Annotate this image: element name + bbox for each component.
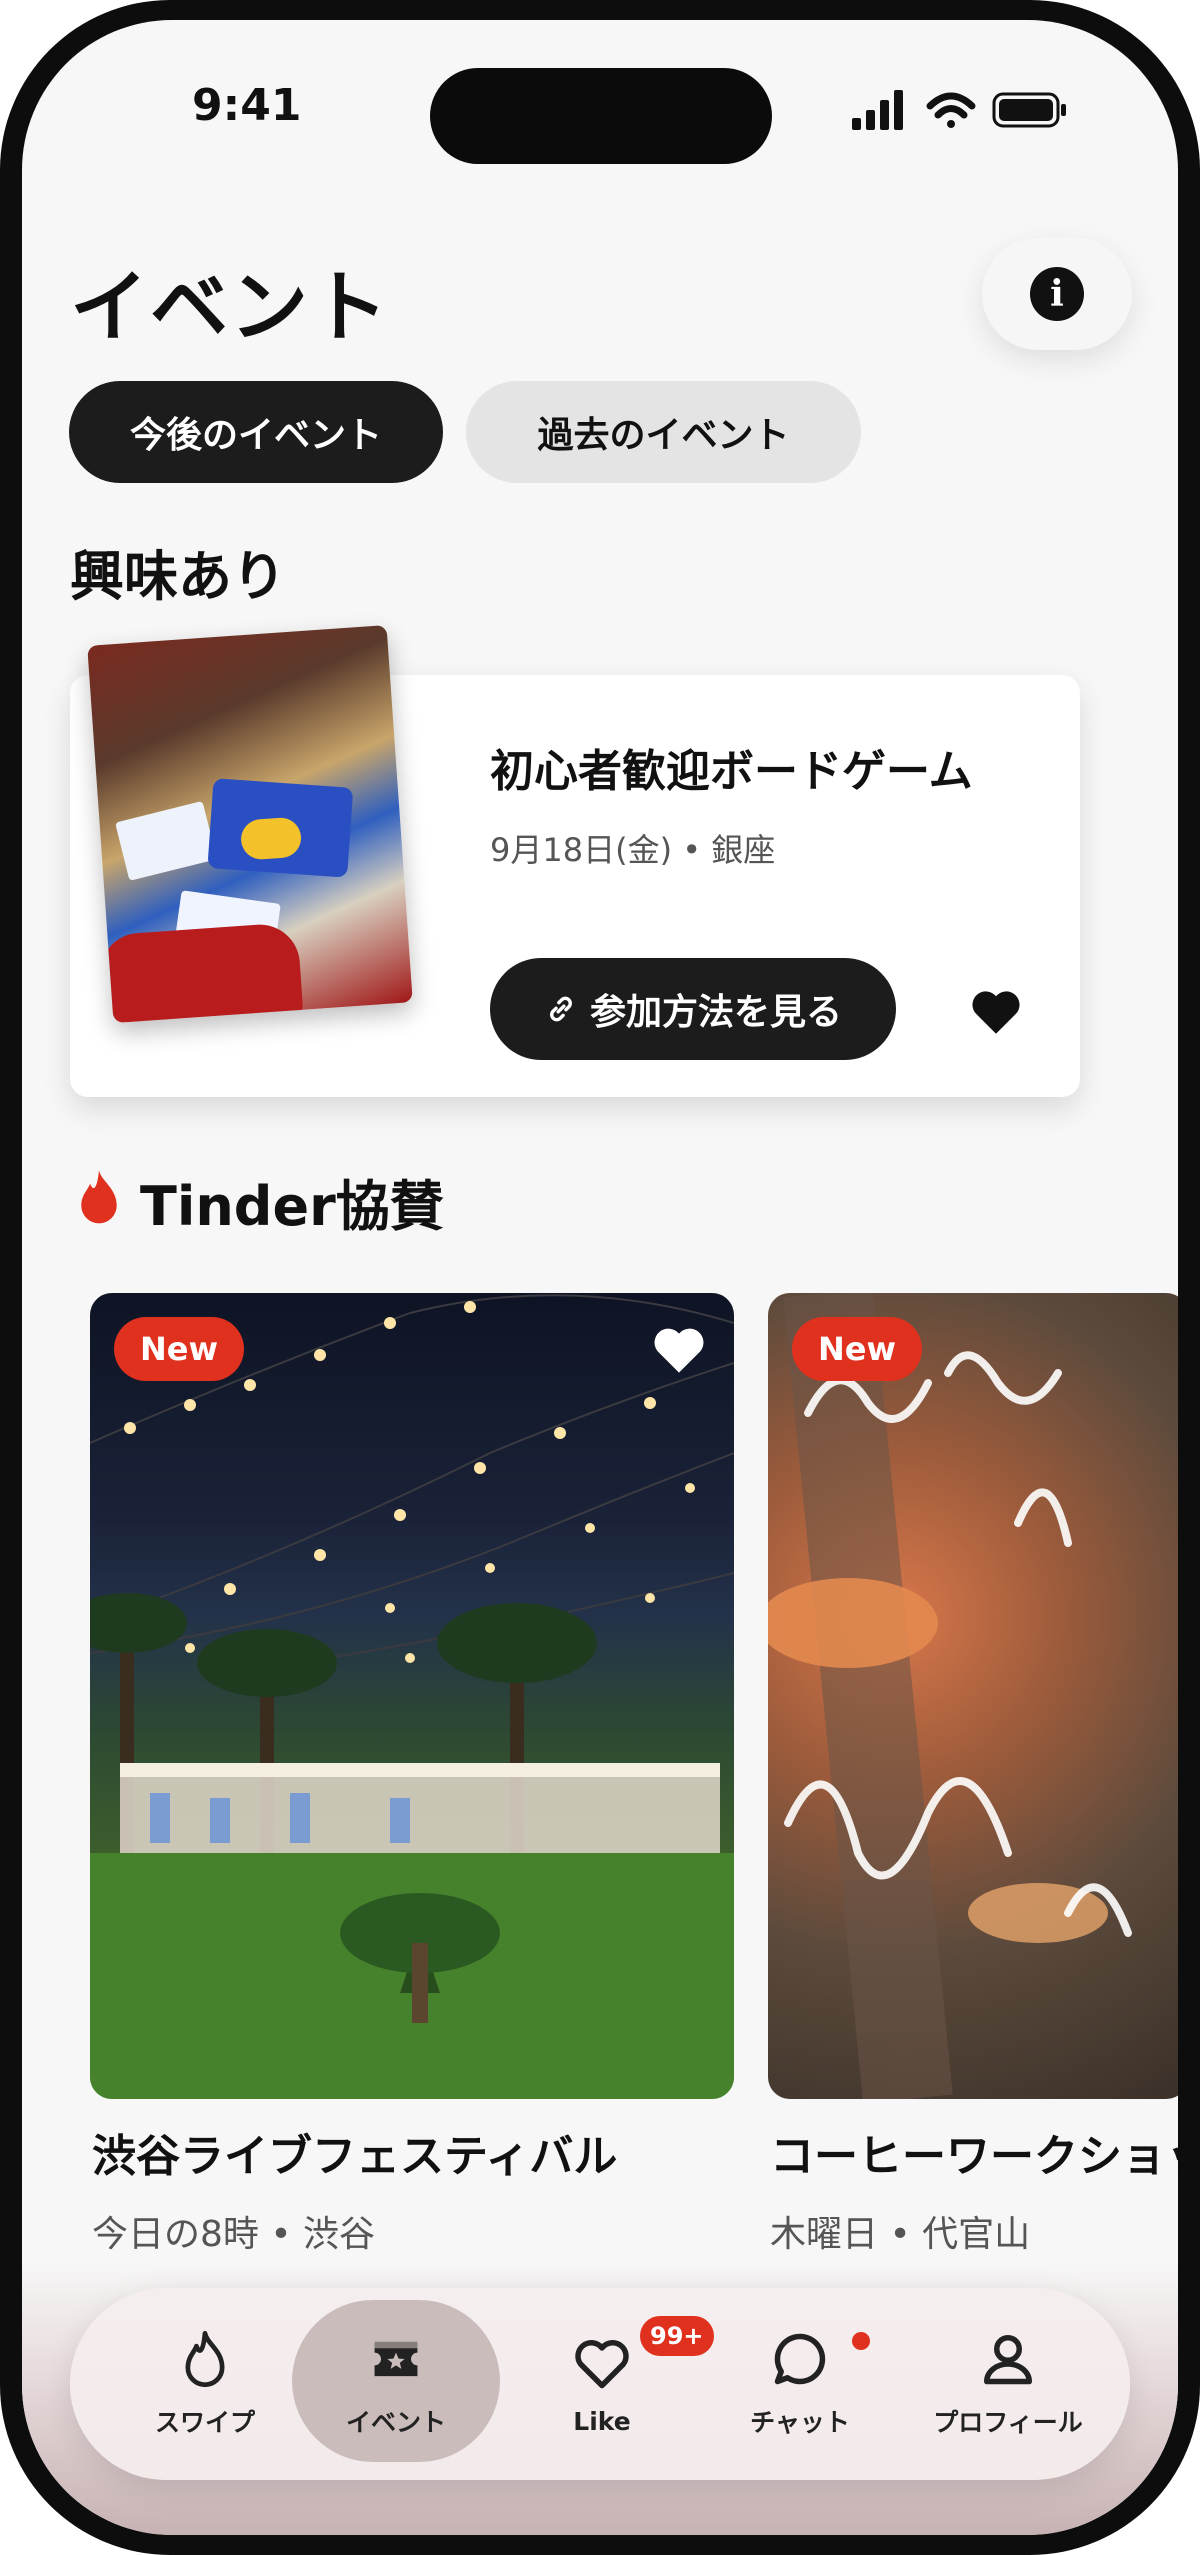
page-title: イベント xyxy=(70,263,391,353)
sponsored-card-coffee[interactable]: New xyxy=(768,1293,1178,2099)
tab-events[interactable]: イベント xyxy=(301,2288,491,2480)
heart-icon xyxy=(575,2339,629,2388)
join-button[interactable]: 参加方法を見る xyxy=(490,958,896,1060)
link-icon xyxy=(550,996,572,1022)
dynamic-island xyxy=(430,68,772,164)
ticket-icon xyxy=(374,2341,418,2377)
sponsored-card-meta: 今日の8時 • 渋谷 xyxy=(92,2214,376,2255)
phone-frame: 9:41 イベント i 今後のイベント 過去のイベント 興味あり 初心者歓迎ボー… xyxy=(0,0,1200,2555)
status-time: 9:41 xyxy=(192,80,302,131)
event-meta: 9月18日(金) • 銀座 xyxy=(490,831,776,869)
tab-past-events[interactable]: 過去のイベント xyxy=(466,381,861,483)
flame-icon xyxy=(185,2330,225,2388)
sponsored-card-text-clip: コーヒーワークショップ 木曜日 • 代官山 xyxy=(762,2100,1178,2260)
signal-icon xyxy=(852,90,903,130)
tab-swipe[interactable]: スワイプ xyxy=(110,2288,300,2480)
section-title-sponsored: Tinder協賛 xyxy=(140,1175,444,1238)
like-count-badge: 99+ xyxy=(640,2316,714,2356)
tab-label: イベント xyxy=(345,2408,446,2437)
tinder-flame-icon xyxy=(81,1170,117,1224)
sponsored-card-festival[interactable]: New xyxy=(90,1293,734,2099)
coffee-photo xyxy=(768,1293,1132,2099)
chat-icon xyxy=(774,2333,826,2385)
new-badge: New xyxy=(114,1317,245,1381)
sponsored-card-title: コーヒーワークショップ xyxy=(770,2131,1178,2182)
tab-chat[interactable]: チャット xyxy=(705,2288,895,2480)
status-icons xyxy=(852,90,1066,130)
heart-icon-filled[interactable] xyxy=(968,986,1024,1036)
event-name: 初心者歓迎ボードゲーム xyxy=(490,746,973,797)
festival-photo xyxy=(90,1294,734,2099)
tab-label: Like xyxy=(573,2406,631,2436)
person-icon xyxy=(984,2335,1032,2385)
heart-icon[interactable] xyxy=(650,1323,708,1375)
section-title-interested: 興味あり xyxy=(70,545,286,608)
battery-icon xyxy=(992,92,1066,128)
tab-label: プロフィール xyxy=(933,2408,1083,2437)
info-icon: i xyxy=(1030,267,1084,321)
screen: 9:41 イベント i 今後のイベント 過去のイベント 興味あり 初心者歓迎ボー… xyxy=(22,20,1178,2535)
event-photo-boardgame xyxy=(87,624,413,1024)
info-button[interactable]: i xyxy=(982,238,1132,350)
tab-upcoming-events[interactable]: 今後のイベント xyxy=(69,381,443,483)
tab-label: スワイプ xyxy=(154,2408,255,2437)
wifi-icon xyxy=(926,92,976,128)
sponsored-card-title: 渋谷ライブフェスティバル xyxy=(92,2131,618,2182)
bottom-tab-bar: スワイプ イベント Like 99+ チャット プロフィール xyxy=(70,2288,1130,2480)
join-button-label: 参加方法を見る xyxy=(589,992,842,1033)
sponsored-card-meta: 木曜日 • 代官山 xyxy=(770,2214,1031,2255)
tab-label: チャット xyxy=(750,2408,850,2437)
new-badge: New xyxy=(792,1317,923,1381)
tab-profile[interactable]: プロフィール xyxy=(908,2288,1108,2480)
chat-notification-dot xyxy=(852,2332,870,2350)
